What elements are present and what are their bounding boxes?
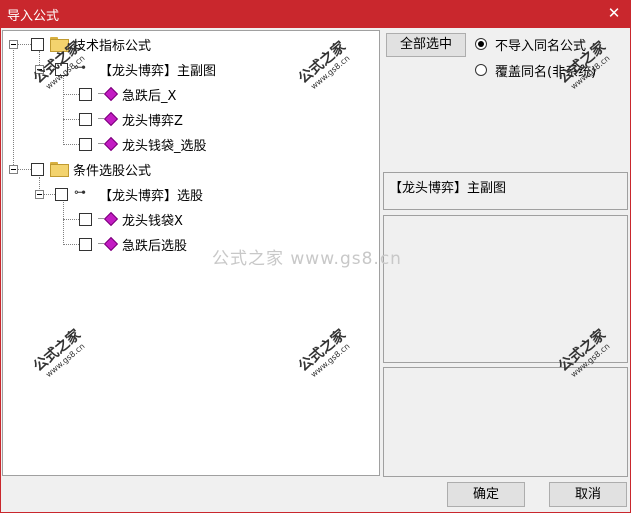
folder-icon <box>50 162 69 177</box>
tree-formula-label[interactable]: 【龙头博弈】主副图 <box>99 60 217 79</box>
collapse-expander[interactable] <box>35 190 44 199</box>
tree-item-label[interactable]: 龙头博弈Z <box>122 110 183 129</box>
title-bar: 导入公式 ✕ <box>0 0 631 28</box>
close-icon[interactable]: ✕ <box>605 4 623 22</box>
tree-item-label[interactable]: 龙头钱袋_选股 <box>122 135 207 154</box>
tree-line <box>63 75 64 143</box>
key-icon: ⊶ <box>74 60 86 74</box>
collapse-expander[interactable] <box>9 40 18 49</box>
item-checkbox[interactable] <box>79 213 92 226</box>
formula-item-icon <box>98 88 115 99</box>
item-checkbox[interactable] <box>79 88 92 101</box>
tree-item-label[interactable]: 急跌后_X <box>122 85 176 104</box>
overwrite-label[interactable]: 覆盖同名(非系统) <box>495 61 596 80</box>
formula-item-icon <box>98 213 115 224</box>
no-import-label[interactable]: 不导入同名公式 <box>495 35 586 54</box>
group-checkbox[interactable] <box>31 38 44 51</box>
ok-button[interactable]: 确定 <box>447 482 525 507</box>
overwrite-radio[interactable] <box>475 64 487 76</box>
formula-name-box: 【龙头博弈】主副图 <box>383 172 628 210</box>
collapse-expander[interactable] <box>35 65 44 74</box>
tree-line <box>63 200 64 245</box>
select-all-button[interactable]: 全部选中 <box>386 33 466 57</box>
tree-group-label[interactable]: 条件选股公式 <box>73 160 151 179</box>
tree-item-label[interactable]: 龙头钱袋X <box>122 210 183 229</box>
folder-icon <box>50 37 69 52</box>
tree-line <box>13 45 14 171</box>
window-title: 导入公式 <box>7 9 60 24</box>
item-checkbox[interactable] <box>79 113 92 126</box>
formula-item-icon <box>98 138 115 149</box>
formula-checkbox[interactable] <box>55 188 68 201</box>
formula-name-text: 【龙头博弈】主副图 <box>389 181 507 196</box>
item-checkbox[interactable] <box>79 238 92 251</box>
formula-item-icon <box>98 113 115 124</box>
key-icon: ⊶ <box>74 185 86 199</box>
group-checkbox[interactable] <box>31 163 44 176</box>
cancel-button[interactable]: 取消 <box>549 482 627 507</box>
formula-item-icon <box>98 238 115 249</box>
no-import-radio[interactable] <box>475 38 487 50</box>
tree-formula-label[interactable]: 【龙头博弈】选股 <box>99 185 203 204</box>
formula-checkbox[interactable] <box>55 63 68 76</box>
tree-item-label[interactable]: 急跌后选股 <box>122 235 187 254</box>
detail-box <box>383 367 628 477</box>
item-checkbox[interactable] <box>79 138 92 151</box>
watermark-text: 公式之家 www.gs8.cn <box>212 249 402 269</box>
tree-group-label[interactable]: 技术指标公式 <box>73 35 151 54</box>
description-box <box>383 215 628 363</box>
collapse-expander[interactable] <box>9 165 18 174</box>
